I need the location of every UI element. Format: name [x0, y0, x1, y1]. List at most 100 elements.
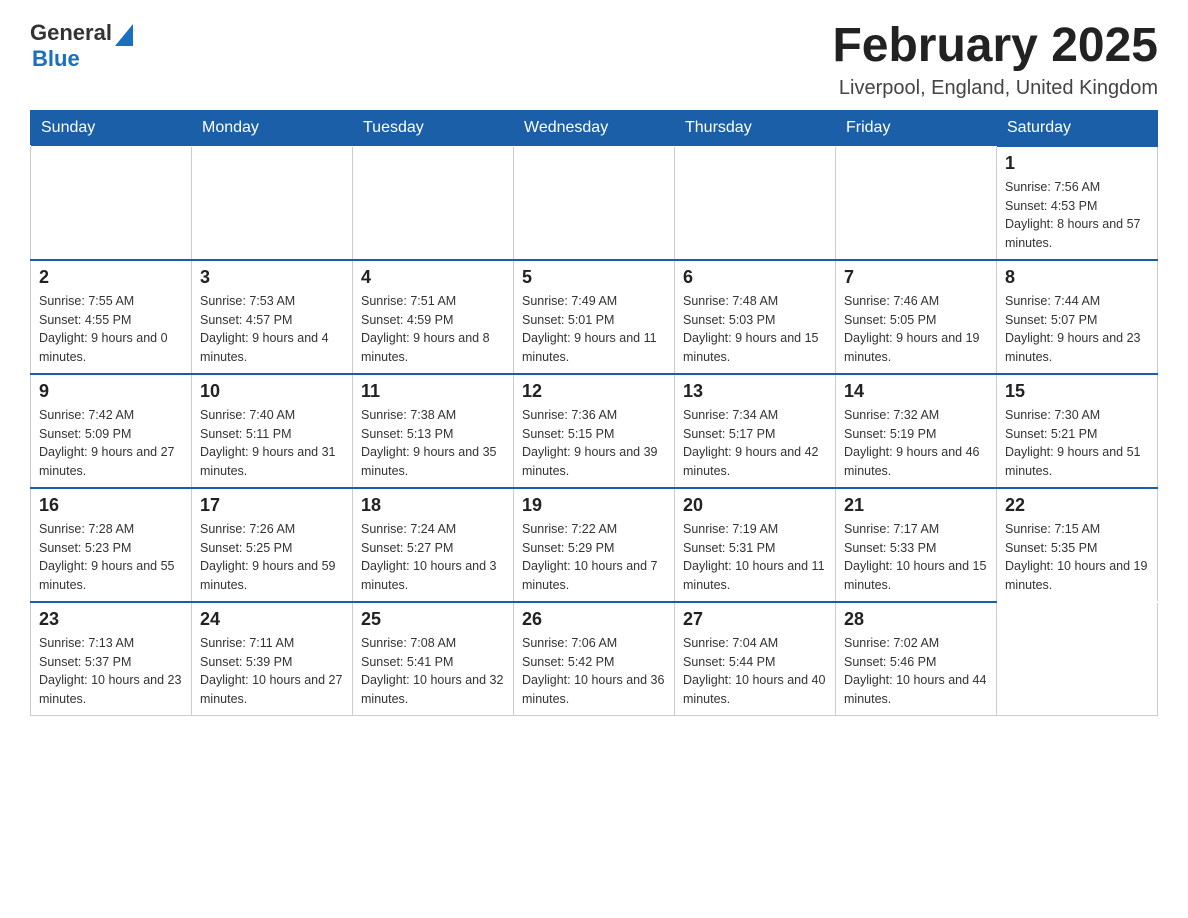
calendar-day: 26 Sunrise: 7:06 AMSunset: 5:42 PMDayligh… — [514, 602, 675, 716]
calendar-day: 27 Sunrise: 7:04 AMSunset: 5:44 PMDayligh… — [675, 602, 836, 716]
col-header-tuesday: Tuesday — [353, 110, 514, 146]
logo-blue-text: Blue — [32, 46, 80, 72]
calendar-day: 25 Sunrise: 7:08 AMSunset: 5:41 PMDayligh… — [353, 602, 514, 716]
day-info: Sunrise: 7:44 AMSunset: 5:07 PMDaylight:… — [1005, 292, 1149, 367]
day-info: Sunrise: 7:13 AMSunset: 5:37 PMDaylight:… — [39, 634, 183, 709]
calendar-day — [997, 602, 1158, 716]
col-header-saturday: Saturday — [997, 110, 1158, 146]
day-info: Sunrise: 7:17 AMSunset: 5:33 PMDaylight:… — [844, 520, 988, 595]
calendar-week-2: 2 Sunrise: 7:55 AMSunset: 4:55 PMDaylight… — [31, 260, 1158, 374]
calendar-day — [31, 146, 192, 260]
day-number: 15 — [1005, 381, 1149, 402]
title-section: February 2025 Liverpool, England, United… — [832, 20, 1158, 100]
day-info: Sunrise: 7:53 AMSunset: 4:57 PMDaylight:… — [200, 292, 344, 367]
day-number: 20 — [683, 495, 827, 516]
day-number: 18 — [361, 495, 505, 516]
calendar-day: 17 Sunrise: 7:26 AMSunset: 5:25 PMDayligh… — [192, 488, 353, 602]
page-header: General Blue February 2025 Liverpool, En… — [30, 20, 1158, 100]
day-number: 8 — [1005, 267, 1149, 288]
day-number: 3 — [200, 267, 344, 288]
day-number: 5 — [522, 267, 666, 288]
day-number: 23 — [39, 609, 183, 630]
day-info: Sunrise: 7:06 AMSunset: 5:42 PMDaylight:… — [522, 634, 666, 709]
day-number: 24 — [200, 609, 344, 630]
day-number: 22 — [1005, 495, 1149, 516]
day-number: 26 — [522, 609, 666, 630]
day-number: 2 — [39, 267, 183, 288]
calendar-day — [353, 146, 514, 260]
calendar-week-4: 16 Sunrise: 7:28 AMSunset: 5:23 PMDayligh… — [31, 488, 1158, 602]
location-text: Liverpool, England, United Kingdom — [832, 77, 1158, 100]
calendar-day: 2 Sunrise: 7:55 AMSunset: 4:55 PMDaylight… — [31, 260, 192, 374]
calendar-day: 23 Sunrise: 7:13 AMSunset: 5:37 PMDayligh… — [31, 602, 192, 716]
calendar-day — [836, 146, 997, 260]
day-info: Sunrise: 7:38 AMSunset: 5:13 PMDaylight:… — [361, 406, 505, 481]
calendar-day: 5 Sunrise: 7:49 AMSunset: 5:01 PMDaylight… — [514, 260, 675, 374]
calendar-day: 7 Sunrise: 7:46 AMSunset: 5:05 PMDaylight… — [836, 260, 997, 374]
logo-line1: General — [30, 20, 133, 46]
day-number: 11 — [361, 381, 505, 402]
logo: General Blue — [30, 20, 133, 72]
col-header-monday: Monday — [192, 110, 353, 146]
day-number: 16 — [39, 495, 183, 516]
calendar-day: 22 Sunrise: 7:15 AMSunset: 5:35 PMDayligh… — [997, 488, 1158, 602]
calendar-day: 11 Sunrise: 7:38 AMSunset: 5:13 PMDayligh… — [353, 374, 514, 488]
calendar-day: 20 Sunrise: 7:19 AMSunset: 5:31 PMDayligh… — [675, 488, 836, 602]
day-number: 1 — [1005, 153, 1149, 174]
day-info: Sunrise: 7:24 AMSunset: 5:27 PMDaylight:… — [361, 520, 505, 595]
calendar-day: 1 Sunrise: 7:56 AMSunset: 4:53 PMDaylight… — [997, 146, 1158, 260]
day-info: Sunrise: 7:26 AMSunset: 5:25 PMDaylight:… — [200, 520, 344, 595]
calendar-day — [675, 146, 836, 260]
day-info: Sunrise: 7:32 AMSunset: 5:19 PMDaylight:… — [844, 406, 988, 481]
calendar-day: 10Sunrise: 7:40 AMSunset: 5:11 PMDayligh… — [192, 374, 353, 488]
calendar-header-row: SundayMondayTuesdayWednesdayThursdayFrid… — [31, 110, 1158, 146]
calendar-week-5: 23 Sunrise: 7:13 AMSunset: 5:37 PMDayligh… — [31, 602, 1158, 716]
day-info: Sunrise: 7:28 AMSunset: 5:23 PMDaylight:… — [39, 520, 183, 595]
col-header-friday: Friday — [836, 110, 997, 146]
day-number: 21 — [844, 495, 988, 516]
day-info: Sunrise: 7:11 AMSunset: 5:39 PMDaylight:… — [200, 634, 344, 709]
calendar-day: 21 Sunrise: 7:17 AMSunset: 5:33 PMDayligh… — [836, 488, 997, 602]
day-info: Sunrise: 7:02 AMSunset: 5:46 PMDaylight:… — [844, 634, 988, 709]
day-info: Sunrise: 7:15 AMSunset: 5:35 PMDaylight:… — [1005, 520, 1149, 595]
day-info: Sunrise: 7:40 AMSunset: 5:11 PMDaylight:… — [200, 406, 344, 481]
calendar-day: 12Sunrise: 7:36 AMSunset: 5:15 PMDayligh… — [514, 374, 675, 488]
calendar-day — [514, 146, 675, 260]
day-info: Sunrise: 7:22 AMSunset: 5:29 PMDaylight:… — [522, 520, 666, 595]
day-info: Sunrise: 7:04 AMSunset: 5:44 PMDaylight:… — [683, 634, 827, 709]
day-number: 27 — [683, 609, 827, 630]
day-number: 19 — [522, 495, 666, 516]
calendar-day: 24 Sunrise: 7:11 AMSunset: 5:39 PMDayligh… — [192, 602, 353, 716]
day-info: Sunrise: 7:46 AMSunset: 5:05 PMDaylight:… — [844, 292, 988, 367]
day-number: 7 — [844, 267, 988, 288]
day-number: 25 — [361, 609, 505, 630]
month-title: February 2025 — [832, 20, 1158, 73]
calendar-day: 9Sunrise: 7:42 AMSunset: 5:09 PMDaylight… — [31, 374, 192, 488]
logo-general-text: General — [30, 20, 112, 46]
calendar-day: 16 Sunrise: 7:28 AMSunset: 5:23 PMDayligh… — [31, 488, 192, 602]
calendar-day: 8 Sunrise: 7:44 AMSunset: 5:07 PMDaylight… — [997, 260, 1158, 374]
day-info: Sunrise: 7:51 AMSunset: 4:59 PMDaylight:… — [361, 292, 505, 367]
calendar-day: 3 Sunrise: 7:53 AMSunset: 4:57 PMDaylight… — [192, 260, 353, 374]
day-info: Sunrise: 7:55 AMSunset: 4:55 PMDaylight:… — [39, 292, 183, 367]
calendar-day: 28 Sunrise: 7:02 AMSunset: 5:46 PMDayligh… — [836, 602, 997, 716]
calendar-day: 13Sunrise: 7:34 AMSunset: 5:17 PMDayligh… — [675, 374, 836, 488]
day-info: Sunrise: 7:08 AMSunset: 5:41 PMDaylight:… — [361, 634, 505, 709]
day-info: Sunrise: 7:34 AMSunset: 5:17 PMDaylight:… — [683, 406, 827, 481]
col-header-thursday: Thursday — [675, 110, 836, 146]
day-info: Sunrise: 7:56 AMSunset: 4:53 PMDaylight:… — [1005, 178, 1149, 253]
day-info: Sunrise: 7:49 AMSunset: 5:01 PMDaylight:… — [522, 292, 666, 367]
calendar-week-3: 9Sunrise: 7:42 AMSunset: 5:09 PMDaylight… — [31, 374, 1158, 488]
day-info: Sunrise: 7:30 AMSunset: 5:21 PMDaylight:… — [1005, 406, 1149, 481]
day-number: 9 — [39, 381, 183, 402]
calendar-day — [192, 146, 353, 260]
day-number: 6 — [683, 267, 827, 288]
day-number: 4 — [361, 267, 505, 288]
calendar-day: 4 Sunrise: 7:51 AMSunset: 4:59 PMDaylight… — [353, 260, 514, 374]
day-number: 17 — [200, 495, 344, 516]
calendar-day: 6Sunrise: 7:48 AMSunset: 5:03 PMDaylight… — [675, 260, 836, 374]
day-info: Sunrise: 7:19 AMSunset: 5:31 PMDaylight:… — [683, 520, 827, 595]
calendar-week-1: 1 Sunrise: 7:56 AMSunset: 4:53 PMDaylight… — [31, 146, 1158, 260]
day-number: 28 — [844, 609, 988, 630]
calendar-day: 14Sunrise: 7:32 AMSunset: 5:19 PMDayligh… — [836, 374, 997, 488]
